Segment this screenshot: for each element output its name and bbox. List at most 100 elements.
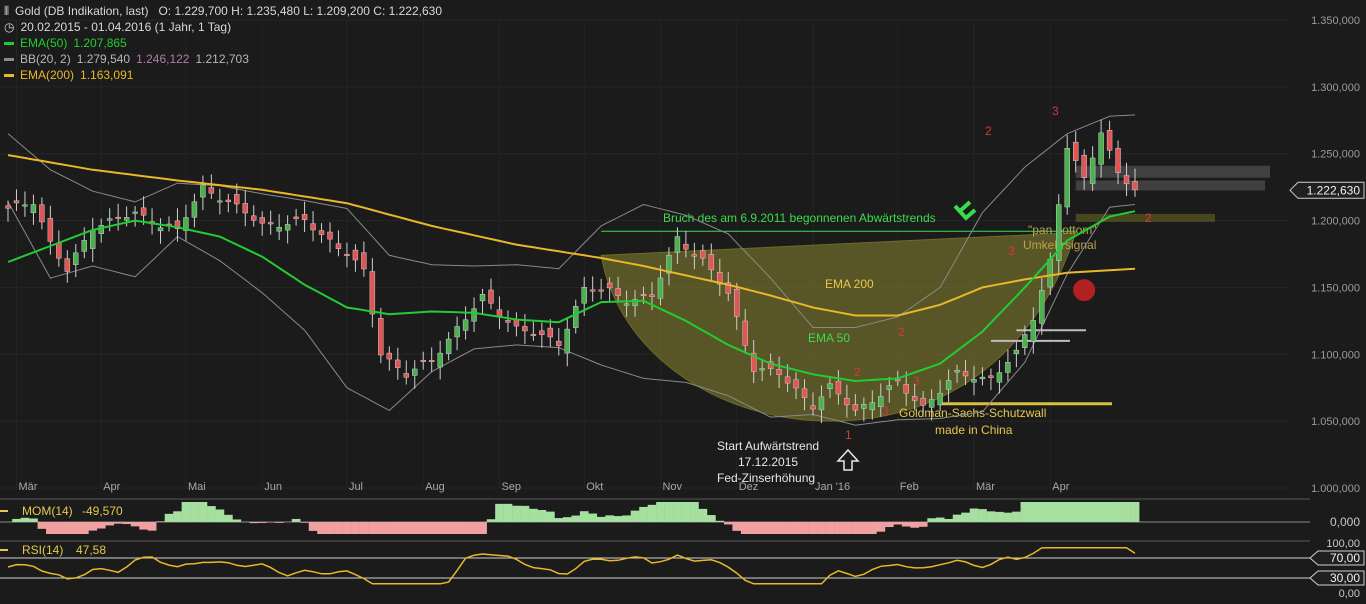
candle-body xyxy=(904,384,909,393)
candle-body xyxy=(378,318,383,355)
candle-body xyxy=(548,328,553,337)
candle-body xyxy=(234,194,239,204)
mom-bar xyxy=(699,509,708,522)
mom-bar xyxy=(732,522,741,531)
rsi-tick-label: 0,00 xyxy=(1339,588,1360,599)
candle-body xyxy=(988,376,993,378)
mom-bar xyxy=(504,504,513,522)
candle-body xyxy=(1073,142,1078,161)
candle-body xyxy=(895,379,900,381)
candle-body xyxy=(302,214,307,219)
legend-ema200[interactable]: EMA(200) 1.163,091 xyxy=(4,67,442,83)
wave-label: 2 xyxy=(854,365,861,379)
y-tick-label: 1.300,000 xyxy=(1311,82,1360,94)
candle-body xyxy=(31,205,36,213)
candle-body xyxy=(65,259,70,272)
mom-bar xyxy=(944,519,953,522)
candle-body xyxy=(421,360,426,362)
candle-body xyxy=(251,216,256,221)
mom-bar xyxy=(190,502,199,522)
mom-bar xyxy=(902,522,911,527)
mom-bar xyxy=(216,509,225,522)
mom-bar xyxy=(868,522,877,534)
candle-body xyxy=(1022,334,1027,347)
mom-bar xyxy=(487,519,496,522)
candle-body xyxy=(692,255,697,257)
mom-bar xyxy=(453,522,462,534)
down-arrow-icon xyxy=(955,202,975,218)
legend-ema50[interactable]: EMA(50) 1.207,865 xyxy=(4,35,442,51)
mom-bar xyxy=(588,514,597,522)
candle-body xyxy=(641,294,646,296)
wave-label: 1 xyxy=(845,428,852,442)
price-chart[interactable]: 1.350,0001.300,0001.250,0001.200,0001.15… xyxy=(0,0,1366,599)
mom-bar xyxy=(529,509,538,522)
candle-body xyxy=(429,360,434,362)
ema50-value: 1.207,865 xyxy=(73,35,126,51)
mom-bar xyxy=(512,506,521,522)
mom-bar xyxy=(1131,502,1140,522)
date-range: 20.02.2015 - 01.04.2016 (1 Jahr, 1 Tag) xyxy=(20,19,231,35)
mom-bar xyxy=(919,522,928,527)
candle-body xyxy=(455,327,460,337)
mom-bar xyxy=(834,522,843,534)
candle-body xyxy=(353,250,358,260)
candle-body xyxy=(395,360,400,368)
candle-body xyxy=(802,389,807,398)
mom-bar xyxy=(961,513,970,522)
annotation-ema200: EMA 200 xyxy=(825,277,874,291)
mom-bar xyxy=(741,522,750,534)
mom-bar xyxy=(410,522,419,534)
x-tick-label: Feb xyxy=(900,481,919,493)
mom-bar xyxy=(351,522,360,534)
annotations: Bruch des am 6.9.2011 begonnenen Abwärts… xyxy=(601,104,1270,485)
candle-body xyxy=(82,240,87,251)
chart-legend: ⫴ Gold (DB Indikation, last) O: 1.229,70… xyxy=(4,3,442,83)
mom-bar xyxy=(1122,502,1131,522)
candle-body xyxy=(404,373,409,377)
annotation-goldman: made in China xyxy=(935,423,1013,437)
mom-bar xyxy=(546,512,555,522)
mom-bar xyxy=(309,522,318,531)
mom-bar xyxy=(300,522,309,523)
candle-body xyxy=(912,396,917,400)
candle-body xyxy=(1039,290,1044,323)
mom-bar xyxy=(1114,502,1123,522)
candle-body xyxy=(200,185,205,197)
candle-body xyxy=(836,381,841,394)
candle-body xyxy=(963,371,968,376)
resistance-zone xyxy=(1076,180,1265,190)
x-tick-label: Mai xyxy=(188,481,206,493)
mom-bar xyxy=(1012,512,1021,522)
candle-body xyxy=(573,306,578,327)
candle-body xyxy=(311,224,316,230)
mom-bar xyxy=(554,518,563,522)
mom-bar xyxy=(843,522,852,534)
mom-bar xyxy=(131,522,140,526)
candle-body xyxy=(226,200,231,202)
candle-body xyxy=(370,271,375,314)
candle-body xyxy=(794,380,799,388)
candle-body xyxy=(878,396,883,406)
y-tick-label: 1.250,000 xyxy=(1311,149,1360,161)
legend-bb[interactable]: BB(20, 2) 1.279,540 1.246,122 1.212,703 xyxy=(4,51,442,67)
candle-body xyxy=(624,304,629,306)
candle-body xyxy=(539,331,544,335)
mom-bar xyxy=(478,522,487,534)
candle-body xyxy=(844,398,849,405)
x-tick-label: Jan '16 xyxy=(815,481,850,493)
mom-bar xyxy=(673,502,682,522)
candle-body xyxy=(997,373,1002,383)
candle-body xyxy=(946,381,951,390)
mom-bar xyxy=(436,522,445,534)
candle-body xyxy=(565,329,570,353)
mom-bar xyxy=(1029,502,1038,522)
candle-body xyxy=(1107,130,1112,150)
candle-body xyxy=(497,310,502,316)
candle-body xyxy=(972,379,977,382)
candle-body xyxy=(777,369,782,374)
mom-bar xyxy=(1004,513,1013,522)
chart-type-icon: ⫴ xyxy=(4,3,9,19)
mom-bar xyxy=(876,522,885,532)
candle-body xyxy=(734,289,739,316)
